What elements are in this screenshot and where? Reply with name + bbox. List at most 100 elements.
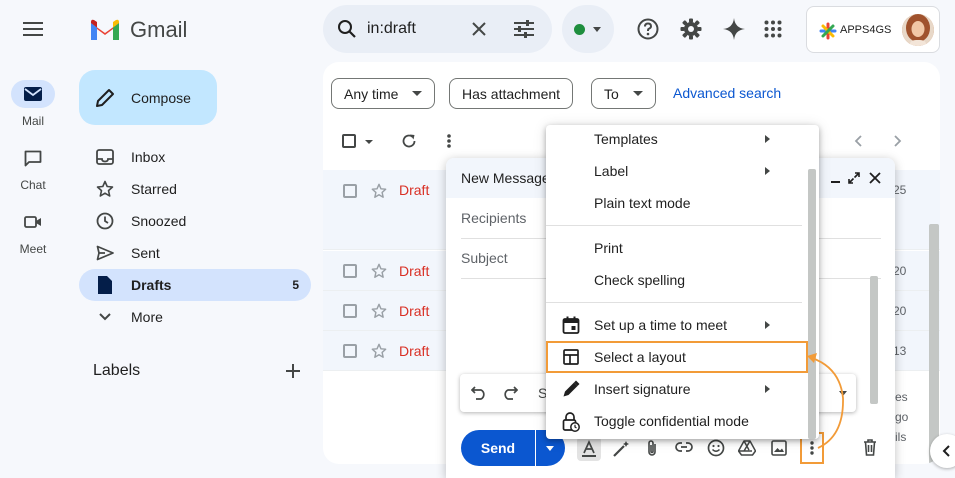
subject-field[interactable]: Subject [461,250,508,266]
row-date: 25 [893,183,907,197]
discard-trash-icon[interactable] [863,439,877,456]
draft-icon [95,276,115,294]
menu-item-print[interactable]: Print [546,232,802,264]
sidebar-item-starred[interactable]: Starred [79,173,311,205]
rail-item-meet[interactable]: Meet [0,208,66,256]
scrollbar-thumb[interactable] [929,224,939,464]
menu-item-label: Label [594,163,629,179]
chevron-down-icon [593,27,601,32]
close-icon[interactable] [869,172,881,184]
menu-item-set-up-meeting[interactable]: Set up a time to meet [546,309,802,341]
menu-item-label: Toggle confidential mode [594,413,749,429]
menu-item-label: Set up a time to meet [594,317,728,333]
advanced-search-link[interactable]: Advanced search [673,85,781,101]
sidebar-item-inbox[interactable]: Inbox [79,141,311,173]
compose-button[interactable]: Compose [79,70,217,125]
clock-icon [95,212,115,230]
menu-item-label-submenu[interactable]: Label [546,155,802,187]
insert-link-icon[interactable] [675,441,693,453]
menu-item-label: Select a layout [594,349,686,365]
select-all-checkbox[interactable] [342,134,356,148]
pencil-icon [95,88,115,108]
rail-item-mail[interactable]: Mail [0,80,66,128]
magic-pen-icon[interactable] [612,440,630,458]
search-input[interactable]: in:draft [367,20,416,38]
clear-search-icon[interactable] [471,21,487,37]
more-options-menu: Templates Label Plain text mode Print Ch… [546,125,819,439]
menu-item-label: Insert signature [594,381,691,397]
row-date: 20 [893,304,907,318]
filter-to[interactable]: To [591,78,656,109]
send-button[interactable]: Send [461,430,535,466]
attachment-icon[interactable] [646,439,658,457]
refresh-icon[interactable] [401,133,417,149]
rail-label: Mail [21,114,44,128]
compose-title: New Message [461,170,550,186]
star-icon[interactable] [371,263,387,279]
cut-off-text: go [895,410,909,424]
status-dot-icon [574,24,585,35]
redo-icon[interactable] [502,386,518,400]
status-button[interactable] [562,5,614,53]
expand-icon[interactable] [848,172,860,184]
undo-icon[interactable] [471,386,487,400]
search-options-icon[interactable] [513,19,535,39]
star-icon[interactable] [371,303,387,319]
menu-divider [546,302,802,303]
menu-item-plain-text-mode[interactable]: Plain text mode [546,187,802,219]
drive-icon[interactable] [738,440,756,456]
dropdown-arrow-icon [632,91,643,96]
row-checkbox[interactable] [343,184,357,198]
labels-heading: Labels [93,362,141,379]
gemini-sparkle-icon[interactable] [723,18,745,40]
apps-grid-icon[interactable] [764,20,782,38]
row-checkbox[interactable] [343,264,357,278]
filter-has-attachment[interactable]: Has attachment [449,78,574,109]
sidebar-item-sent[interactable]: Sent [79,237,311,269]
chat-icon [11,144,55,172]
account-org-label: APPS4GS [840,24,892,36]
more-options-icon[interactable] [447,134,451,148]
avatar[interactable] [902,14,934,46]
select-dropdown-arrow-icon[interactable] [365,140,373,144]
sidebar-item-label: Snoozed [131,213,187,229]
row-checkbox[interactable] [343,344,357,358]
prev-page-icon[interactable] [854,135,862,147]
account-button[interactable]: APPS4GS [806,6,940,53]
emoji-icon[interactable] [707,439,725,457]
sidebar-item-more[interactable]: More [79,301,311,333]
sidebar-item-label: More [131,309,163,325]
menu-item-select-layout[interactable]: Select a layout [546,341,808,373]
search-bar[interactable]: in:draft [323,5,552,53]
rail-label: Chat [20,178,46,192]
help-icon[interactable] [637,18,659,40]
draft-label: Draft [399,182,430,198]
filter-any-time[interactable]: Any time [331,78,436,109]
gmail-logo[interactable]: Gmail [89,17,187,43]
gmail-m-icon [91,19,119,40]
formatting-options-icon[interactable] [577,437,601,461]
sidebar-item-label: Sent [131,245,160,261]
search-icon[interactable] [337,19,357,39]
menu-item-templates[interactable]: Templates [546,123,802,155]
recipients-field[interactable]: Recipients [461,210,526,226]
settings-gear-icon[interactable] [680,18,702,40]
sidebar-item-snoozed[interactable]: Snoozed [79,205,311,237]
drafts-count-badge: 5 [292,278,299,292]
insert-photo-icon[interactable] [771,440,787,456]
next-page-icon[interactable] [894,135,902,147]
star-icon[interactable] [371,183,387,199]
draft-label: Draft [399,343,430,359]
menu-item-confidential-mode[interactable]: Toggle confidential mode [546,405,802,437]
minimize-icon[interactable] [831,181,840,183]
rail-item-chat[interactable]: Chat [0,144,66,192]
add-label-icon[interactable] [285,363,301,379]
row-checkbox[interactable] [343,304,357,318]
sidebar-item-drafts[interactable]: Drafts 5 [79,269,311,301]
main-menu-icon[interactable] [22,19,44,39]
compose-scrollbar[interactable] [870,276,878,404]
menu-item-label: Templates [594,131,658,147]
menu-item-check-spelling[interactable]: Check spelling [546,264,802,296]
menu-item-insert-signature[interactable]: Insert signature [546,373,802,405]
star-icon[interactable] [371,343,387,359]
